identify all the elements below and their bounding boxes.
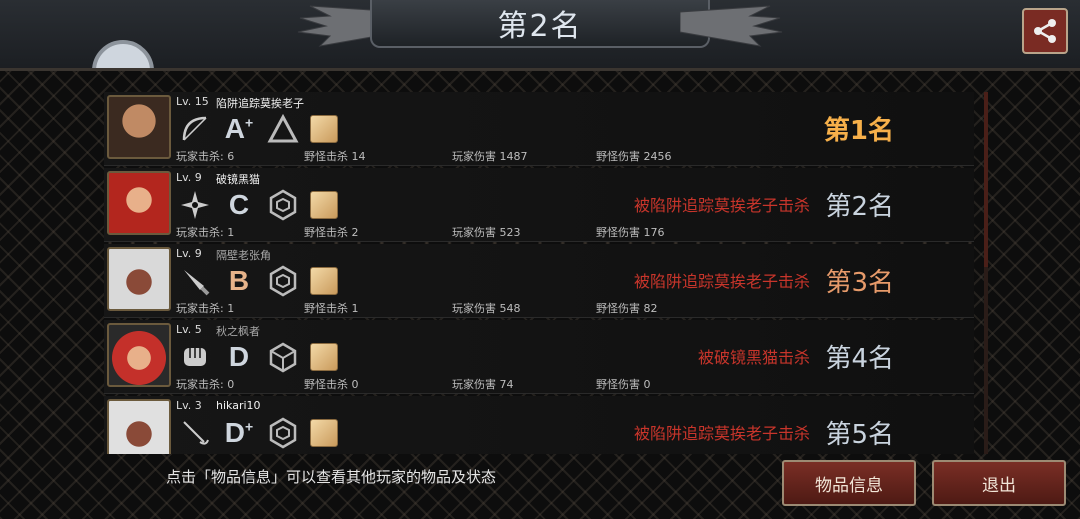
hexagon-icon [266, 188, 300, 222]
dagger-icon [178, 264, 212, 298]
player-row[interactable]: Lv. 15 陷阱追踪莫挨老子 A+ 玩家击杀: 6 野怪击杀 14 玩家伤害 … [104, 92, 974, 166]
rank-label: 第3名 [825, 268, 894, 298]
player-level: Lv. 9 [176, 171, 202, 184]
player-portrait [107, 399, 171, 454]
hexagon-icon [266, 416, 300, 450]
monster-kills: 野怪击杀 14 [304, 150, 366, 163]
page-title: 第2名 [497, 9, 583, 44]
rank-label: 第1名 [823, 116, 894, 146]
item-icon[interactable] [310, 191, 338, 219]
top-banner: 第2名 [0, 0, 1080, 102]
share-button[interactable] [1022, 8, 1068, 54]
monster-damage: 野怪伤害 0 [596, 378, 651, 391]
grade-badge: D [228, 341, 250, 372]
player-name: hikari10 [216, 399, 261, 412]
bow-icon [178, 112, 212, 146]
player-damage: 玩家伤害 1487 [452, 150, 528, 163]
player-level: Lv. 3 [176, 399, 202, 412]
killed-by-text: 被陷阱追踪莫挨老子击杀 [633, 424, 810, 443]
player-row[interactable]: Lv. 3 hikari10 D+ 被陷阱追踪莫挨老子击杀 第5名 [104, 396, 974, 454]
player-portrait [107, 247, 171, 311]
player-portrait [107, 323, 171, 387]
player-name: 隔壁老张角 [216, 249, 271, 262]
right-wing-ornament [680, 5, 783, 47]
monster-kills: 野怪击杀 2 [304, 226, 359, 239]
shuriken-icon [178, 188, 212, 222]
player-row[interactable]: Lv. 5 秋之枫者 D 玩家击杀: 0 野怪击杀 0 玩家伤害 74 野怪伤害… [104, 320, 974, 394]
item-icon[interactable] [310, 343, 338, 371]
fist-icon [178, 340, 212, 374]
triangle-icon [266, 112, 300, 146]
rank-label: 第5名 [825, 420, 894, 450]
hexagon-icon [266, 264, 300, 298]
monster-damage: 野怪伤害 176 [596, 226, 665, 239]
player-damage: 玩家伤害 523 [452, 226, 521, 239]
player-kills: 玩家击杀: 6 [176, 150, 235, 163]
item-icon[interactable] [310, 115, 338, 143]
rapier-icon [178, 416, 212, 450]
player-name: 秋之枫者 [216, 325, 260, 338]
player-portrait [107, 171, 171, 235]
item-icon[interactable] [310, 267, 338, 295]
player-level: Lv. 15 [176, 95, 209, 108]
player-name: 陷阱追踪莫挨老子 [216, 97, 304, 110]
player-kills: 玩家击杀: 0 [176, 378, 235, 391]
grade-badge: B [228, 265, 250, 296]
grade-badge: C [228, 189, 250, 220]
rank-label: 第4名 [825, 344, 894, 374]
list-scrollbar[interactable] [984, 92, 988, 454]
grade-badge: A+ [224, 113, 254, 144]
player-row[interactable]: Lv. 9 破镜黑猫 C 玩家击杀: 1 野怪击杀 2 玩家伤害 523 野怪伤… [104, 168, 974, 242]
exit-button[interactable]: 退出 [932, 460, 1066, 506]
player-name: 破镜黑猫 [216, 173, 260, 186]
killed-by-text: 被陷阱追踪莫挨老子击杀 [633, 272, 810, 291]
killed-by-text: 被陷阱追踪莫挨老子击杀 [633, 196, 810, 215]
player-level: Lv. 5 [176, 323, 202, 336]
share-icon [1034, 19, 1056, 43]
killed-by-text: 被破镜黑猫击杀 [697, 348, 810, 367]
item-info-button[interactable]: 物品信息 [782, 460, 916, 506]
player-row[interactable]: Lv. 9 隔壁老张角 B 玩家击杀: 1 野怪击杀 1 玩家伤害 548 野怪… [104, 244, 974, 318]
player-damage: 玩家伤害 74 [452, 378, 514, 391]
item-icon[interactable] [310, 419, 338, 447]
scrollbar-thumb[interactable] [984, 92, 988, 267]
player-level: Lv. 9 [176, 247, 202, 260]
hint-text: 点击「物品信息」可以查看其他玩家的物品及状态 [166, 468, 497, 486]
monster-kills: 野怪击杀 0 [304, 378, 359, 391]
monster-damage: 野怪伤害 82 [596, 302, 658, 315]
player-kills: 玩家击杀: 1 [176, 226, 235, 239]
rank-label: 第2名 [825, 192, 894, 222]
grade-badge: D+ [224, 417, 254, 448]
player-portrait [107, 95, 171, 159]
cube-icon [266, 340, 300, 374]
monster-damage: 野怪伤害 2456 [596, 150, 672, 163]
player-kills: 玩家击杀: 1 [176, 302, 235, 315]
monster-kills: 野怪击杀 1 [304, 302, 359, 315]
player-damage: 玩家伤害 548 [452, 302, 521, 315]
player-ranking-list[interactable]: Lv. 15 陷阱追踪莫挨老子 A+ 玩家击杀: 6 野怪击杀 14 玩家伤害 … [104, 92, 974, 454]
title-plate: 第2名 [370, 0, 710, 48]
